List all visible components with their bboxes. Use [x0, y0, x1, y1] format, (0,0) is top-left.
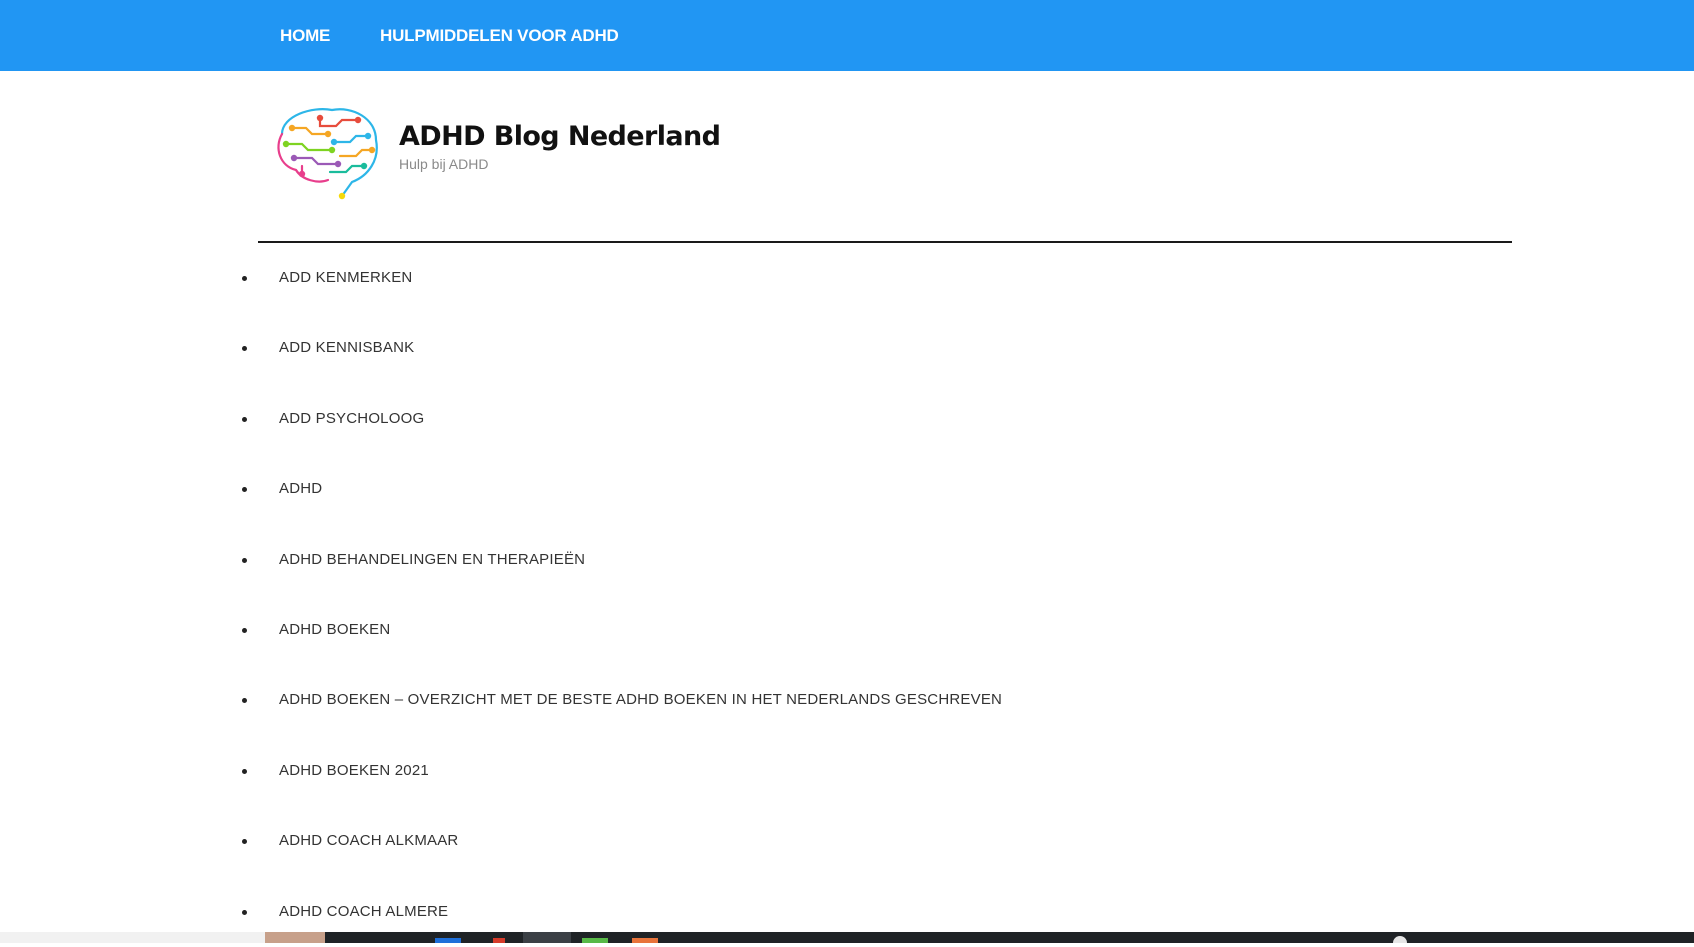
category-link[interactable]: ADHD BEHANDELINGEN EN THERAPIEËN	[279, 551, 585, 568]
list-item: ADD KENNISBANK	[0, 313, 1694, 383]
taskbar-app-icon[interactable]	[632, 938, 658, 943]
taskbar-app-icon[interactable]	[435, 938, 461, 943]
category-link[interactable]: ADHD BOEKEN	[279, 621, 390, 638]
nav-hulpmiddelen-link[interactable]: HULPMIDDELEN VOOR ADHD	[380, 0, 619, 71]
taskbar-app-icon[interactable]	[523, 932, 571, 943]
category-link[interactable]: ADHD COACH ALKMAAR	[279, 832, 458, 849]
category-list: ADD KENMERKEN ADD KENNISBANK ADD PSYCHOL…	[0, 243, 1694, 947]
nav-home-link[interactable]: HOME	[280, 0, 330, 71]
category-link[interactable]: ADHD BOEKEN – OVERZICHT MET DE BESTE ADH…	[279, 691, 1002, 708]
site-branding[interactable]: ADHD Blog Nederland Hulp bij ADHD	[272, 104, 721, 200]
list-item: ADHD	[0, 454, 1694, 524]
taskbar-app-icon[interactable]	[582, 938, 608, 943]
top-navigation-bar: HOME HULPMIDDELEN VOOR ADHD	[0, 0, 1694, 71]
category-link[interactable]: ADHD	[279, 480, 322, 497]
bullet	[242, 346, 247, 352]
bullet	[242, 909, 247, 915]
bullet	[242, 698, 247, 704]
list-item: ADHD COACH ALKMAAR	[0, 806, 1694, 876]
brain-circuit-icon	[277, 108, 378, 200]
list-item: ADHD BOEKEN 2021	[0, 736, 1694, 806]
bullet	[242, 627, 247, 633]
category-link[interactable]: ADD KENMERKEN	[279, 269, 412, 286]
taskbar-app-icon[interactable]	[493, 938, 505, 943]
os-taskbar	[0, 932, 1694, 943]
list-item: ADHD BEHANDELINGEN EN THERAPIEËN	[0, 525, 1694, 595]
bullet	[242, 487, 247, 493]
list-item: ADHD BOEKEN – OVERZICHT MET DE BESTE ADH…	[0, 665, 1694, 735]
category-link[interactable]: ADD PSYCHOLOOG	[279, 410, 424, 427]
bullet	[242, 768, 247, 774]
list-item: ADHD BOEKEN	[0, 595, 1694, 665]
list-item: ADD PSYCHOLOOG	[0, 384, 1694, 454]
list-item: ADD KENMERKEN	[0, 243, 1694, 313]
bullet	[242, 416, 247, 422]
taskbar-tray-icon[interactable]	[1393, 936, 1407, 943]
bullet	[242, 557, 247, 563]
bullet	[242, 276, 247, 281]
site-tagline: Hulp bij ADHD	[399, 156, 489, 172]
bullet	[242, 839, 247, 845]
category-link[interactable]: ADHD COACH ALMERE	[279, 903, 448, 920]
category-link[interactable]: ADHD BOEKEN 2021	[279, 762, 429, 779]
site-title[interactable]: ADHD Blog Nederland	[399, 121, 721, 152]
category-link[interactable]: ADD KENNISBANK	[279, 339, 414, 356]
taskbar-thumbnail[interactable]	[265, 932, 325, 943]
